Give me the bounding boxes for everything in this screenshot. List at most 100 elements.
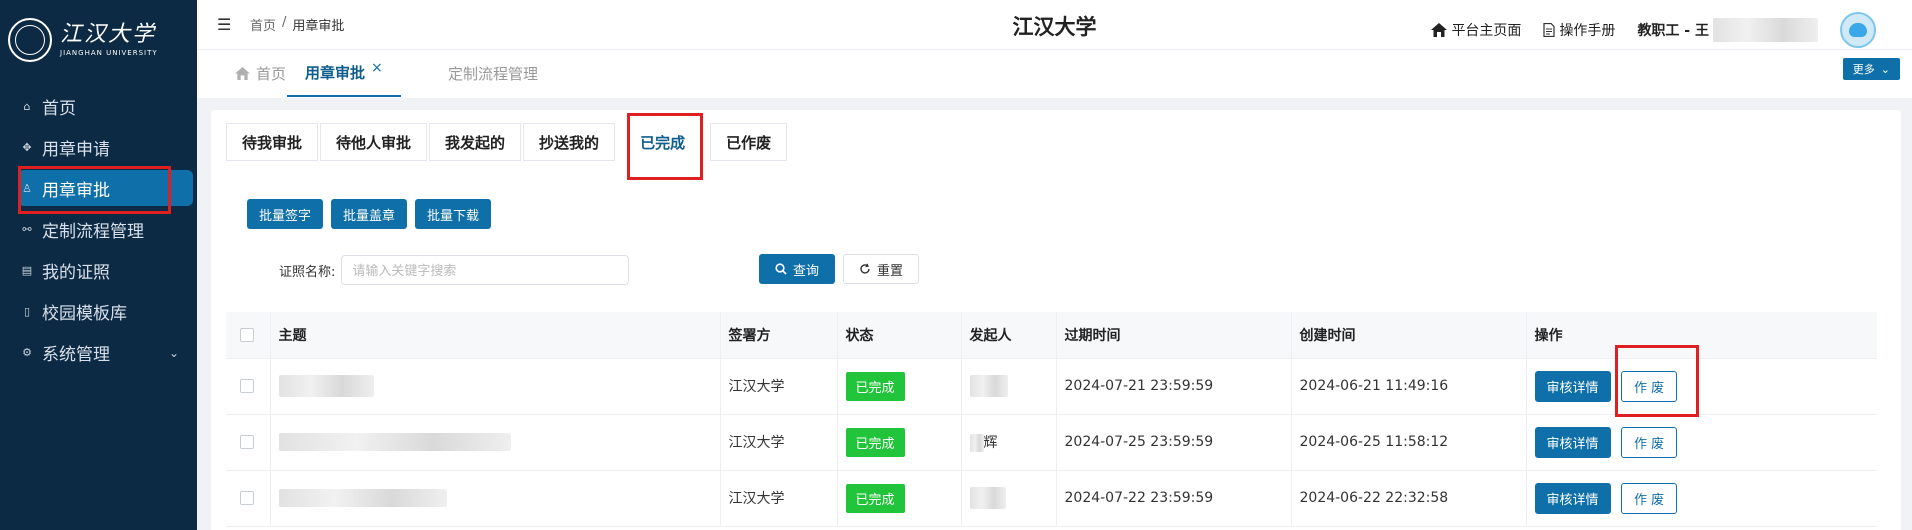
- subtab-pending-me[interactable]: 待我审批: [226, 123, 319, 161]
- create-time-cell: 2024-06-21 11:49:16: [1291, 358, 1527, 415]
- breadcrumb-current: 用章审批: [292, 19, 345, 34]
- signer-cell: 江汉大学: [720, 358, 838, 415]
- sidebar-item-home[interactable]: ⌂ 首页: [0, 86, 197, 127]
- search-icon: [775, 263, 787, 275]
- review-details-button[interactable]: 审核详情: [1534, 482, 1611, 514]
- university-logo: 江汉大学 JIANGHAN UNIVERSITY: [0, 0, 197, 80]
- menu-toggle-icon[interactable]: ☰: [217, 15, 233, 34]
- logo-english-name: JIANGHAN UNIVERSITY: [60, 49, 158, 57]
- status-badge: 已完成: [845, 483, 905, 513]
- search-input[interactable]: [341, 255, 630, 285]
- sidebar-item-label: 用章审批: [42, 180, 110, 201]
- void-button[interactable]: 作 废: [1620, 370, 1678, 402]
- sidebar-item-stamp-apply[interactable]: ✥ 用章申请: [0, 127, 197, 168]
- query-button[interactable]: 查询: [759, 254, 835, 284]
- breadcrumb: 首页 / 用章审批: [250, 15, 344, 34]
- column-header-initiator: 发起人: [961, 312, 1057, 359]
- review-details-button[interactable]: 审核详情: [1534, 426, 1611, 458]
- stamp-apply-icon: ✥: [22, 141, 32, 154]
- sidebar-item-stamp-approval[interactable]: ♙ 用章审批: [18, 170, 193, 206]
- expire-time-cell: 2024-07-21 23:59:59: [1056, 358, 1292, 415]
- page-tabs: 首页 用章审批 × 定制流程管理 更多 ⌄: [197, 50, 1912, 98]
- expire-time-cell: 2024-07-25 23:59:59: [1056, 414, 1292, 471]
- sidebar-item-label: 我的证照: [42, 263, 110, 283]
- user-menu[interactable]: 教职工 - 王: [1637, 18, 1818, 42]
- refresh-icon: [860, 263, 870, 274]
- status-badge: 已完成: [845, 371, 905, 401]
- batch-sign-button[interactable]: 批量签字: [247, 199, 324, 229]
- query-label: 查询: [792, 263, 819, 279]
- redacted-initiator: [969, 375, 1008, 397]
- tab-stamp-approval[interactable]: 用章审批 ×: [287, 50, 401, 97]
- sidebar-item-label: 首页: [42, 99, 76, 119]
- records-table: 主题 签署方 状态 发起人 过期时间 创建时间 操作 江汉大学 已完成 2024…: [226, 312, 1877, 527]
- manual-link[interactable]: 操作手册: [1543, 20, 1615, 40]
- subtab-completed[interactable]: 已完成: [617, 123, 709, 161]
- column-header-create-time: 创建时间: [1291, 312, 1527, 359]
- status-tabs: 待我审批 待他人审批 我发起的 抄送我的 已完成 已作废: [226, 123, 789, 161]
- platform-home-label: 平台主页面: [1451, 23, 1522, 39]
- search-row: 证照名称:: [279, 255, 630, 285]
- void-button[interactable]: 作 废: [1620, 482, 1678, 514]
- expire-time-cell: 2024-07-22 23:59:59: [1056, 470, 1292, 527]
- sidebar-item-label: 校园模板库: [42, 304, 127, 324]
- redacted-initiator: [969, 487, 1006, 509]
- certificate-icon: ▤: [21, 264, 33, 277]
- column-header-actions: 操作: [1526, 312, 1877, 359]
- user-name: 教职工 - 王: [1637, 23, 1709, 39]
- redacted-subject: [278, 433, 511, 451]
- select-all-checkbox[interactable]: [240, 327, 254, 342]
- header-actions: 平台主页面 操作手册 教职工 - 王: [1431, 12, 1876, 48]
- sidebar-item-templates[interactable]: ▯ 校园模板库: [0, 291, 197, 332]
- page-title: 江汉大学: [1012, 15, 1097, 39]
- approve-icon: ♙: [22, 181, 32, 195]
- avatar[interactable]: [1840, 12, 1876, 48]
- platform-home-link[interactable]: 平台主页面: [1431, 20, 1521, 40]
- table-row: 江汉大学 已完成 辉 2024-07-25 23:59:59 2024-06-2…: [226, 414, 1877, 471]
- row-checkbox[interactable]: [240, 491, 254, 505]
- tab-home[interactable]: 首页: [235, 50, 286, 96]
- sidebar-item-system[interactable]: ⚙ 系统管理 ⌄: [0, 332, 197, 373]
- top-header: ☰ 首页 / 用章审批 江汉大学 平台主页面 操作手册 教职工 - 王: [197, 0, 1912, 50]
- tab-workflow[interactable]: 定制流程管理: [448, 50, 538, 96]
- more-label: 更多: [1852, 63, 1875, 76]
- batch-stamp-button[interactable]: 批量盖章: [331, 199, 408, 229]
- reset-label: 重置: [876, 263, 903, 279]
- status-badge: 已完成: [845, 427, 905, 457]
- breadcrumb-home[interactable]: 首页: [250, 15, 276, 34]
- sidebar-item-label: 用章申请: [42, 140, 110, 160]
- subtab-cc-me[interactable]: 抄送我的: [523, 123, 616, 161]
- redacted-user-name: [1713, 18, 1818, 42]
- void-button[interactable]: 作 废: [1620, 426, 1678, 458]
- signer-cell: 江汉大学: [720, 470, 838, 527]
- chevron-down-icon: ⌄: [1880, 62, 1890, 76]
- tab-label: 首页: [256, 64, 287, 83]
- initiator-cell: 辉: [983, 435, 998, 451]
- logo-chinese-name: 江汉大学: [60, 22, 157, 47]
- signer-cell: 江汉大学: [720, 414, 838, 471]
- subtab-voided[interactable]: 已作废: [710, 123, 788, 161]
- more-tabs-button[interactable]: 更多 ⌄: [1842, 58, 1900, 80]
- row-checkbox[interactable]: [240, 379, 254, 393]
- close-icon[interactable]: ×: [371, 60, 383, 76]
- sidebar-item-certificates[interactable]: ▤ 我的证照: [0, 250, 197, 291]
- batch-download-button[interactable]: 批量下载: [415, 199, 492, 229]
- sidebar-item-workflow[interactable]: ⚯ 定制流程管理: [0, 209, 197, 250]
- redacted-subject: [278, 489, 447, 507]
- column-header-subject: 主题: [270, 312, 721, 359]
- sidebar: 江汉大学 JIANGHAN UNIVERSITY ⌂ 首页 ✥ 用章申请 ♙ 用…: [0, 0, 197, 530]
- table-header-row: 主题 签署方 状态 发起人 过期时间 创建时间 操作: [226, 312, 1877, 359]
- create-time-cell: 2024-06-25 11:58:12: [1291, 414, 1527, 471]
- tab-label: 定制流程管理: [448, 64, 539, 83]
- settings-icon: ⚙: [22, 346, 32, 359]
- template-icon: ▯: [23, 305, 31, 318]
- subtab-initiated[interactable]: 我发起的: [429, 123, 522, 161]
- sidebar-menu: ⌂ 首页 ✥ 用章申请 ♙ 用章审批 ⚯ 定制流程管理 ▤ 我的证照 ▯ 校园模…: [0, 86, 197, 373]
- column-header-status: 状态: [837, 312, 962, 359]
- reset-button[interactable]: 重置: [843, 254, 919, 284]
- subtab-pending-others[interactable]: 待他人审批: [320, 123, 428, 161]
- redacted-subject: [278, 375, 374, 397]
- row-checkbox[interactable]: [240, 435, 254, 449]
- create-time-cell: 2024-06-22 22:32:58: [1291, 470, 1527, 527]
- review-details-button[interactable]: 审核详情: [1534, 370, 1611, 402]
